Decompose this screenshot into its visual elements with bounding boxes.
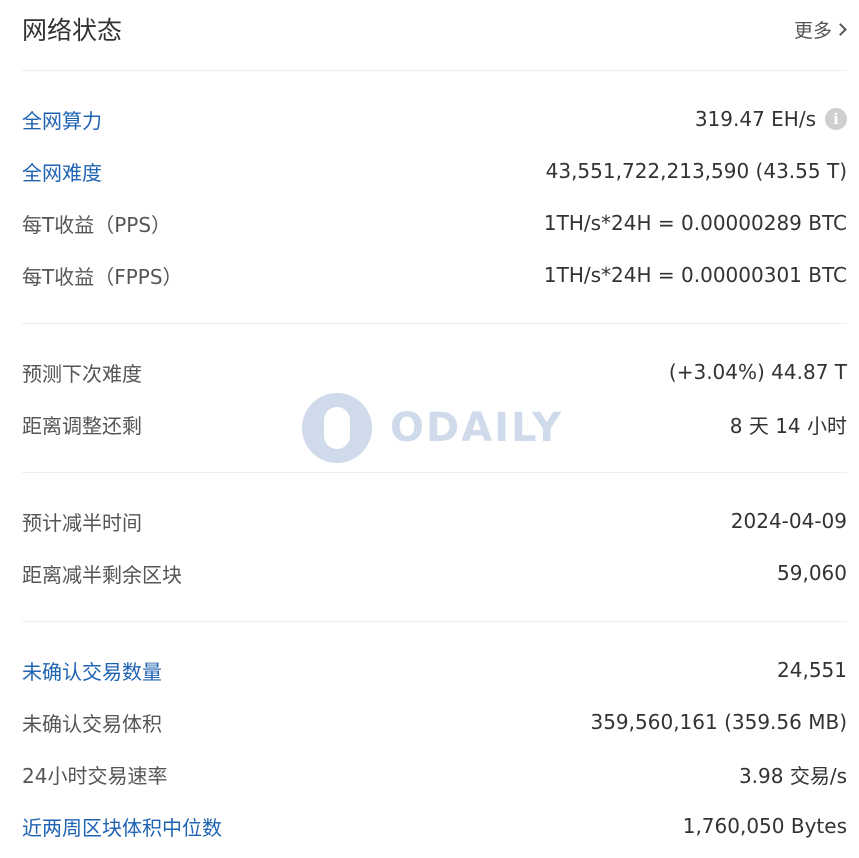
unconfirmed-size-value: 359,560,161 (359.56 MB): [590, 710, 847, 734]
median-block-size-value: 1,760,050 Bytes: [682, 814, 847, 838]
section-mempool: 未确认交易数量 24,551 未确认交易体积 359,560,161 (359.…: [22, 622, 847, 858]
chevron-right-icon: [834, 22, 847, 36]
hashrate-label-link[interactable]: 全网算力: [22, 105, 102, 134]
pps-value: 1TH/s*24H = 0.00000289 BTC: [543, 211, 847, 235]
fpps-label: 每T收益（FPPS）: [22, 264, 183, 289]
halving-blocks-value: 59,060: [777, 561, 847, 585]
stat-row: 每T收益（FPPS） 1TH/s*24H = 0.00000301 BTC: [22, 249, 847, 301]
stat-row: 近两周区块体积中位数 1,760,050 Bytes: [22, 800, 847, 852]
tx-rate-label: 24小时交易速率: [22, 763, 168, 788]
section-halving: 预计减半时间 2024-04-09 距离减半剩余区块 59,060: [22, 473, 847, 622]
stat-row: 距离调整还剩 8 天 14 小时: [22, 398, 847, 450]
hashrate-value: 319.47 EH/s i: [695, 107, 847, 131]
panel-header: 网络状态 更多: [22, 0, 847, 71]
halving-date-value: 2024-04-09: [730, 509, 847, 533]
info-icon[interactable]: i: [825, 108, 847, 130]
panel-title: 网络状态: [22, 16, 123, 45]
stat-row: 预计减半时间 2024-04-09: [22, 495, 847, 547]
next-difficulty-value: (+3.04%) 44.87 T: [668, 360, 847, 384]
fpps-value: 1TH/s*24H = 0.00000301 BTC: [543, 263, 847, 287]
adjustment-remaining-value: 8 天 14 小时: [729, 413, 847, 438]
unconfirmed-count-label-link[interactable]: 未确认交易数量: [22, 656, 162, 685]
section-hashrate: 全网算力 319.47 EH/s i 全网难度 43,551,722,213,5…: [22, 71, 847, 324]
unconfirmed-count-value: 24,551: [777, 658, 847, 682]
section-next-difficulty: 预测下次难度 (+3.04%) 44.87 T 距离调整还剩 8 天 14 小时: [22, 324, 847, 473]
stat-row: 24小时交易速率 3.98 交易/s: [22, 748, 847, 800]
stat-row: 距离减半剩余区块 59,060: [22, 547, 847, 599]
stat-row: 每T收益（PPS） 1TH/s*24H = 0.00000289 BTC: [22, 197, 847, 249]
halving-blocks-label: 距离减半剩余区块: [22, 562, 182, 587]
adjustment-remaining-label: 距离调整还剩: [22, 413, 142, 438]
stat-row: 全网算力 319.47 EH/s i: [22, 93, 847, 145]
pps-label: 每T收益（PPS）: [22, 212, 172, 237]
more-link[interactable]: 更多: [794, 16, 847, 43]
halving-date-label: 预计减半时间: [22, 510, 142, 535]
more-label: 更多: [793, 19, 832, 42]
stat-row: 未确认交易数量 24,551: [22, 644, 847, 696]
stat-row: 未确认交易体积 359,560,161 (359.56 MB): [22, 696, 847, 748]
network-status-panel: 网络状态 更多 全网算力 319.47 EH/s i 全网难度 43,551,7…: [0, 0, 859, 858]
unconfirmed-size-label: 未确认交易体积: [22, 711, 162, 736]
stat-row: 预测下次难度 (+3.04%) 44.87 T: [22, 346, 847, 398]
tx-rate-value: 3.98 交易/s: [738, 763, 847, 788]
stat-row: 全网难度 43,551,722,213,590 (43.55 T): [22, 145, 847, 197]
median-block-size-label-link[interactable]: 近两周区块体积中位数: [22, 812, 222, 841]
next-difficulty-label: 预测下次难度: [22, 361, 142, 386]
difficulty-value: 43,551,722,213,590 (43.55 T): [545, 159, 847, 183]
hashrate-value-text: 319.47 EH/s: [694, 107, 816, 131]
difficulty-label-link[interactable]: 全网难度: [22, 157, 102, 186]
